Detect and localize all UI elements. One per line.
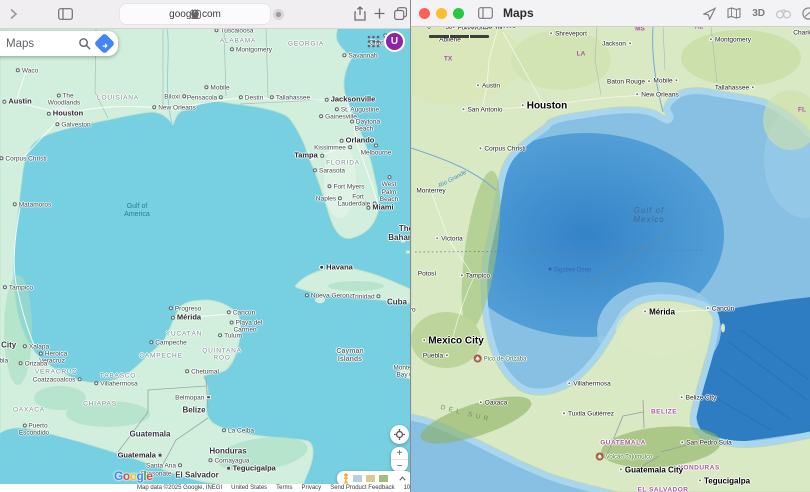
region-label: United States (231, 485, 267, 491)
google-logo: Google (114, 469, 152, 483)
my-location-button[interactable] (390, 425, 409, 444)
avatar[interactable]: U (384, 31, 405, 52)
new-tab-icon[interactable] (374, 8, 385, 19)
address-bar[interactable]: google.com (120, 4, 270, 24)
apple-maps-titlebar: Maps 3D (411, 0, 810, 27)
window-title: Maps (503, 6, 534, 20)
forward-icon[interactable] (9, 8, 18, 20)
extension-icon[interactable] (272, 8, 285, 21)
search-input[interactable]: Maps (6, 38, 72, 50)
map-data-credit: Map data ©2025 Google, INEGI (137, 485, 222, 491)
collapse-icon[interactable] (398, 474, 407, 483)
sidebar-toggle-icon[interactable] (478, 7, 493, 19)
search-icon[interactable] (78, 37, 91, 50)
safari-toolbar: google.com (0, 0, 410, 29)
apple-maps-window: DallasFort WorthAbileneTXShreveportLAMSA… (410, 0, 810, 492)
share-icon[interactable] (354, 6, 366, 21)
pegman-icon[interactable] (342, 473, 350, 484)
terms-link[interactable]: Terms (276, 485, 292, 491)
maximize-button[interactable] (453, 8, 464, 19)
google-map-canvas[interactable] (0, 0, 410, 492)
google-apps-grid-icon[interactable] (367, 35, 380, 48)
directions-button[interactable] (94, 33, 115, 54)
reload-icon[interactable] (190, 9, 200, 19)
safari-google-maps-window: WacoAustinThe WoodlandsHoustonGalvestonC… (0, 0, 410, 492)
layer-more-thumb[interactable] (378, 474, 389, 483)
look-around-icon[interactable] (776, 8, 791, 19)
3d-button[interactable]: 3D (752, 8, 765, 19)
zoom-in-button[interactable]: + (391, 447, 408, 460)
more-icon[interactable] (802, 7, 810, 20)
tab-overview-icon[interactable] (394, 7, 407, 20)
maps-search-box[interactable]: Maps (0, 31, 118, 56)
minimize-button[interactable] (436, 8, 447, 19)
sidebar-icon[interactable] (58, 8, 73, 20)
layer-satellite-thumb[interactable] (352, 474, 363, 483)
zoom-controls: + − (391, 447, 408, 472)
desktop: WacoAustinThe WoodlandsHoustonGalvestonC… (0, 0, 810, 492)
apple-map-canvas[interactable] (411, 0, 810, 492)
feedback-link[interactable]: Send Product Feedback (330, 485, 394, 491)
layer-terrain-thumb[interactable] (365, 474, 376, 483)
current-location-icon[interactable] (703, 7, 716, 20)
privacy-link[interactable]: Privacy (302, 485, 322, 491)
map-attribution: Map data ©2025 Google, INEGI United Stat… (0, 484, 410, 492)
close-button[interactable] (419, 8, 430, 19)
map-mode-icon[interactable] (727, 7, 741, 19)
scale-bar (429, 35, 489, 38)
